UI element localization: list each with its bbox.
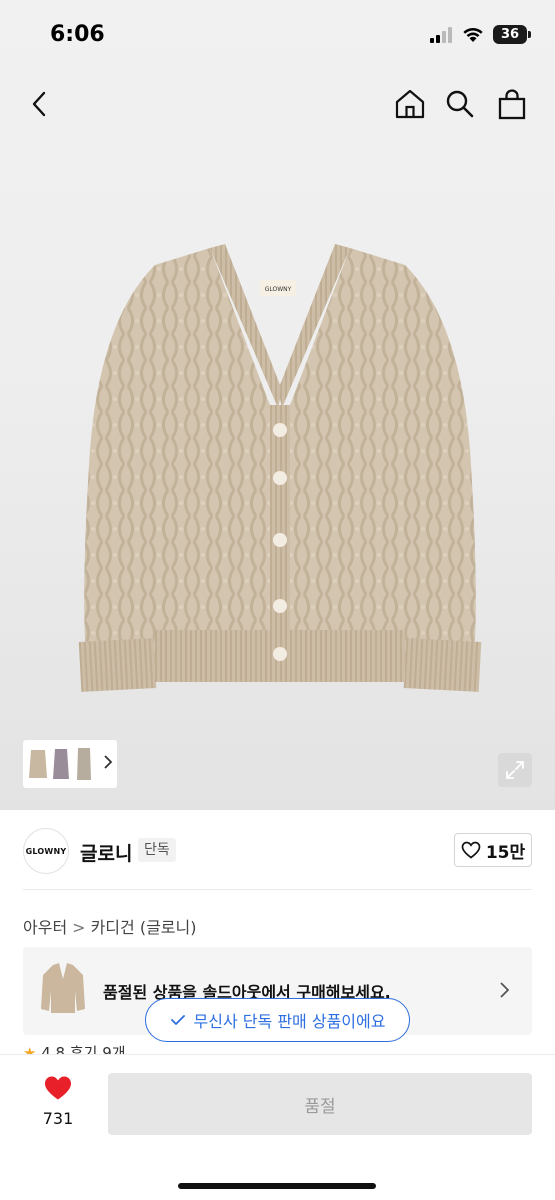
product-image[interactable]: GLOWNY <box>60 230 500 710</box>
shopping-bag-icon <box>498 89 526 120</box>
thumbnail-3[interactable] <box>73 744 95 784</box>
breadcrumb-category[interactable]: 아우터 <box>23 918 67 937</box>
home-indicator <box>178 1183 376 1189</box>
product-hero: 6:06 36 GLOWNY <box>0 0 555 810</box>
wishlist-button[interactable]: 731 <box>30 1075 86 1128</box>
breadcrumb-separator: > <box>72 918 86 937</box>
search-icon <box>446 90 474 118</box>
status-bar: 6:06 36 <box>0 0 555 70</box>
soldout-product-thumbnail <box>41 963 85 1013</box>
heart-outline-icon <box>461 841 481 859</box>
divider <box>23 889 532 890</box>
brand-logo[interactable]: GLOWNY <box>23 828 69 874</box>
exclusive-badge: 단독 <box>138 838 176 862</box>
checkmark-icon <box>170 1015 185 1025</box>
battery-indicator: 36 <box>493 25 531 44</box>
home-button[interactable] <box>392 86 428 122</box>
chevron-right-icon <box>500 982 510 998</box>
wifi-icon <box>463 27 483 42</box>
status-time: 6:06 <box>50 22 105 47</box>
back-button[interactable] <box>22 86 58 122</box>
brand-like-button[interactable]: 15만 <box>454 833 532 867</box>
soldout-buy-button[interactable]: 품절 <box>108 1073 532 1135</box>
cart-button[interactable] <box>494 86 530 122</box>
thumbnail-strip[interactable] <box>23 740 117 788</box>
brand-like-count: 15만 <box>485 842 526 863</box>
breadcrumb: 아우터 > 카디건 (글로니) <box>23 914 196 938</box>
exclusive-toast: 무신사 단독 판매 상품이에요 <box>145 998 410 1042</box>
heart-filled-icon <box>45 1076 71 1100</box>
home-icon <box>395 89 425 119</box>
chevron-left-icon <box>32 91 46 117</box>
chevron-right-icon[interactable] <box>103 754 113 770</box>
top-nav <box>0 80 555 130</box>
expand-icon <box>506 761 524 779</box>
brand-name[interactable]: 글로니 <box>80 839 132 866</box>
wishlist-count: 731 <box>42 1109 74 1128</box>
thumbnail-2[interactable] <box>50 744 72 784</box>
thumbnail-1[interactable] <box>27 744 49 784</box>
expand-image-button[interactable] <box>498 753 532 787</box>
breadcrumb-subcategory[interactable]: 카디건 (글로니) <box>91 918 197 937</box>
bottom-action-bar: 731 품절 <box>0 1054 555 1200</box>
signal-icon <box>430 27 454 43</box>
search-button[interactable] <box>442 86 478 122</box>
brand-row: GLOWNY 글로니 단독 15만 <box>0 826 555 876</box>
garment-label-text: GLOWNY <box>265 286 292 293</box>
exclusive-toast-text: 무신사 단독 판매 상품이에요 <box>193 1012 386 1031</box>
